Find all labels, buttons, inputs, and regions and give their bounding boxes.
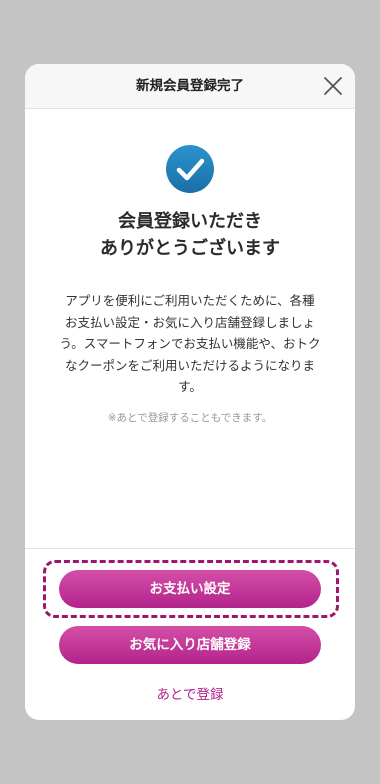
message-line: う。スマートフォンでお支払い機能や、おトク xyxy=(59,336,321,351)
close-button[interactable] xyxy=(319,72,347,100)
modal-header: 新規会員登録完了 xyxy=(25,64,355,109)
message-line: なクーポンをご利用いただけるようになりま xyxy=(64,357,315,373)
actions-divider xyxy=(25,548,355,549)
favorite-store-button[interactable]: お気に入り店舗登録 xyxy=(59,626,321,664)
headline-line-2: ありがとうございます xyxy=(100,238,280,259)
close-icon xyxy=(324,77,342,95)
payment-settings-button[interactable]: お支払い設定 xyxy=(59,570,321,608)
message-line: お支払い設定・お気に入り店舗登録しましょ xyxy=(64,314,315,330)
thank-you-headline: 会員登録いただき ありがとうございます xyxy=(25,208,355,262)
headline-line-1: 会員登録いただき xyxy=(118,211,262,232)
registration-complete-modal: 新規会員登録完了 会員登録いただき ありがとうございます アプリを便利にご利用い… xyxy=(25,64,355,720)
check-circle-icon xyxy=(166,145,214,193)
register-later-link[interactable]: あとで登録 xyxy=(25,683,355,703)
guidance-message: アプリを便利にご利用いただくために、各種 お支払い設定・お気に入り店舗登録しまし… xyxy=(45,290,335,398)
message-line: す。 xyxy=(178,379,202,394)
modal-title: 新規会員登録完了 xyxy=(136,78,244,94)
later-note: ※あとで登録することもできます。 xyxy=(107,412,273,424)
message-line: アプリを便利にご利用いただくために、各種 xyxy=(65,293,315,308)
